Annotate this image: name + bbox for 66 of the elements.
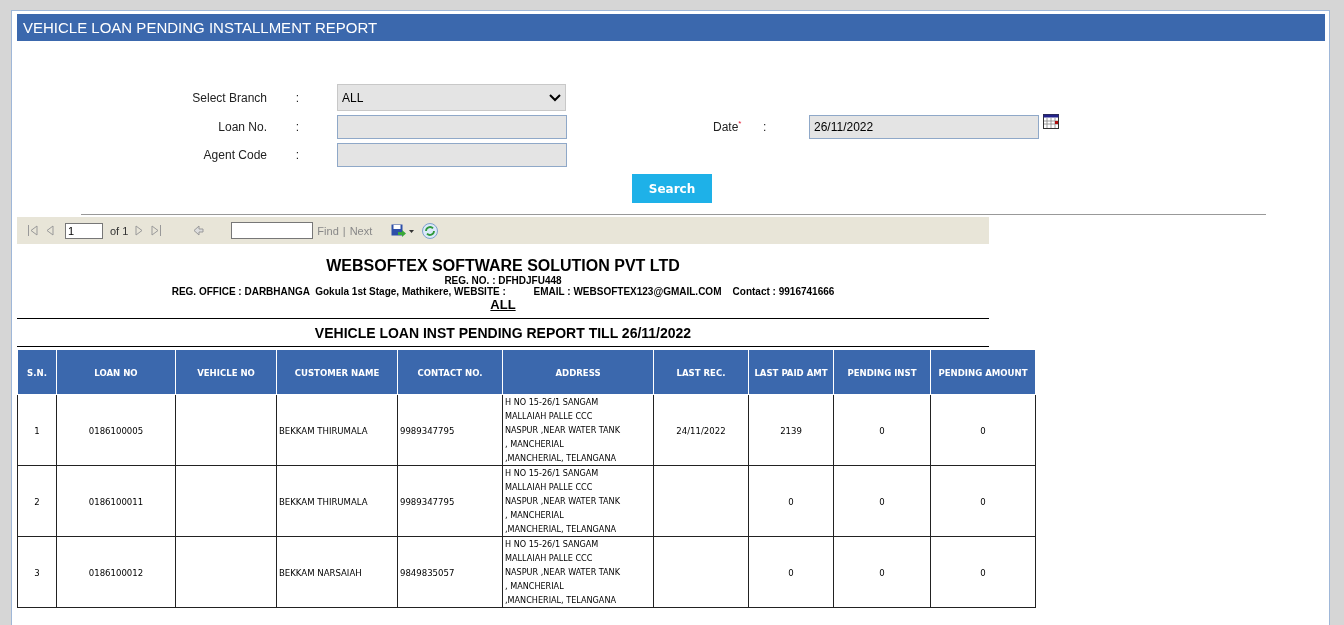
page-title-bar: VEHICLE LOAN PENDING INSTALLMENT REPORT [17,14,1325,41]
table-cell: 1 [17,394,57,466]
field-label: Agent Code [202,147,267,162]
column-header: S.N. [17,349,57,395]
chevron-down-icon [549,93,561,102]
column-header: LAST PAID AMT [748,349,834,395]
column-header: CONTACT NO. [397,349,503,395]
column-header: ADDRESS [502,349,654,395]
registration-number: REG. NO. : DFHDJFU448 [443,275,563,286]
report-title: VEHICLE LOAN INST PENDING REPORT TILL 26/11/2022 [313,324,693,343]
company-name: WEBSOFTEX SOFTWARE SOLUTION PVT LTD [325,257,681,275]
field-label: Date$^{*}$ [713,119,743,134]
branch-name: ALL [490,297,516,312]
table-cell: H NO 15-26/1 SANGAM MALLAIAH PALLE CCC NASPUR ,NEAR WATER TANK , MANCHERIAL ,MANCHERIAL, TELANGANA [502,394,654,466]
office-details: REG. OFFICE : DARBHANGA Gokula 1st Stage, Mathikere, WEBSITE : EMAIL : WEBSOFTEX123@GMAIL.COM Contact : 9916741666 [170,286,836,297]
page-number-field[interactable]: 1 [65,222,103,239]
table-cell: 0 [748,465,834,537]
table-cell: 2 [17,465,57,537]
table-cell: 9849835057 [397,536,503,608]
table-cell: 0 [930,465,1036,537]
table-cell: 0 [748,536,834,608]
table-cell: 9989347795 [397,394,503,466]
date-field[interactable]: 26/11/2022 [809,114,1039,139]
separator-colon: : [763,119,768,134]
link-divider: | [342,224,346,237]
column-header: PENDING INST [833,349,931,395]
find-field[interactable] [231,222,314,239]
table-cell: 0 [930,394,1036,466]
separator-colon: : [294,147,299,162]
column-header: CUSTOMER NAME [276,349,398,395]
table-cell: BEKKAM NARSAIAH [276,536,398,608]
table-cell: 0186100011 [56,465,176,537]
table-cell: BEKKAM THIRUMALA [276,394,398,466]
branch-select[interactable]: ALL [337,84,566,111]
table-cell: 0186100012 [56,536,176,608]
table-cell: 0 [833,465,931,537]
back-arrow-icon[interactable] [193,225,205,236]
first-page-icon[interactable] [27,225,39,236]
table-cell: 9989347795 [397,465,503,537]
next-page-icon[interactable] [135,225,144,236]
column-header: LOAN NO [56,349,176,395]
page-count: of 1 [110,224,129,237]
table-cell: 24/11/2022 [653,394,749,466]
save-export-icon[interactable] [391,223,416,238]
table-cell: 0186100005 [56,394,176,466]
column-header: PENDING AMOUNT [930,349,1036,395]
table-cell: BEKKAM THIRUMALA [276,465,398,537]
loan-no-field[interactable] [337,114,567,139]
table-cell: H NO 15-26/1 SANGAM MALLAIAH PALLE CCC NASPUR ,NEAR WATER TANK , MANCHERIAL ,MANCHERIAL, TELANGANA [502,465,654,537]
separator-colon: : [294,90,299,105]
last-page-icon[interactable] [150,225,163,236]
agent-code-field[interactable] [337,142,567,167]
table-cell: 0 [833,394,931,466]
separator-colon: : [294,119,299,134]
table-cell: 2139 [748,394,834,466]
table-cell: 0 [930,536,1036,608]
refresh-icon[interactable] [422,222,439,239]
field-label: Loan No. [217,119,267,134]
previous-page-icon[interactable] [46,225,54,236]
calendar-icon[interactable] [1043,114,1059,129]
table-cell: 0 [833,536,931,608]
table-cell: 3 [17,536,57,608]
table-cell: H NO 15-26/1 SANGAM MALLAIAH PALLE CCC NASPUR ,NEAR WATER TANK , MANCHERIAL ,MANCHERIAL, TELANGANA [502,536,654,608]
column-header: VEHICLE NO [175,349,277,395]
column-header: LAST REC. [653,349,749,395]
field-label: Select Branch [191,90,267,105]
